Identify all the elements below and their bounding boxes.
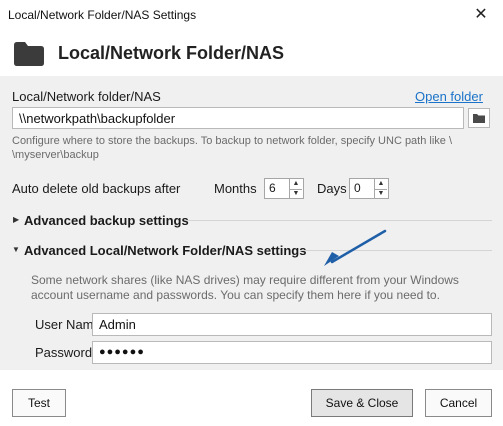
months-stepper-arrows: ▲ ▼ [289,179,303,198]
title-bar: Local/Network Folder/NAS Settings ✕ [0,0,503,30]
close-icon[interactable]: ✕ [471,5,491,25]
advanced-nas-section[interactable]: Advanced Local/Network Folder/NAS settin… [24,243,306,258]
days-stepper-arrows: ▲ ▼ [374,179,388,198]
pointer-arrow-icon [324,229,387,266]
months-down-icon[interactable]: ▼ [290,189,302,199]
browse-button[interactable] [468,108,490,128]
folder-label: Local/Network folder/NAS [12,89,161,104]
collapse-arrow-icon[interactable]: ▼ [12,245,20,254]
credentials-hint-line2: account username and passwords. You can … [31,288,440,302]
folder-path-input[interactable]: \\networkpath\backupfolder [12,107,464,129]
browse-folder-icon [473,114,485,123]
username-label: User Name [35,317,101,332]
folder-hint-line2: \myserver\backup [12,149,99,161]
days-down-icon[interactable]: ▼ [375,189,387,199]
cancel-button[interactable]: Cancel [425,389,492,417]
months-label: Months [214,181,257,196]
page-title: Local/Network Folder/NAS [58,43,285,63]
advanced-backup-section[interactable]: Advanced backup settings [24,213,189,228]
days-value: 0 [354,181,361,195]
months-stepper[interactable]: 6 ▲ ▼ [264,178,304,199]
save-close-button[interactable]: Save & Close [311,389,413,417]
username-input[interactable]: Admin [92,313,492,336]
folder-hint-line1: Configure where to store the backups. To… [12,135,453,147]
open-folder-link[interactable]: Open folder [415,89,483,104]
days-stepper[interactable]: 0 ▲ ▼ [349,178,389,199]
password-input[interactable]: ●●●●●● [92,341,492,364]
test-button[interactable]: Test [12,389,66,417]
days-label: Days [317,181,347,196]
expand-arrow-icon[interactable]: ▶ [13,215,19,224]
folder-icon [14,42,44,66]
months-value: 6 [269,181,276,195]
credentials-hint-line1: Some network shares (like NAS drives) ma… [31,273,459,287]
section-divider [186,220,492,221]
auto-delete-label: Auto delete old backups after [12,181,181,196]
password-label: Password [35,345,93,360]
window-title: Local/Network Folder/NAS Settings [8,8,197,22]
